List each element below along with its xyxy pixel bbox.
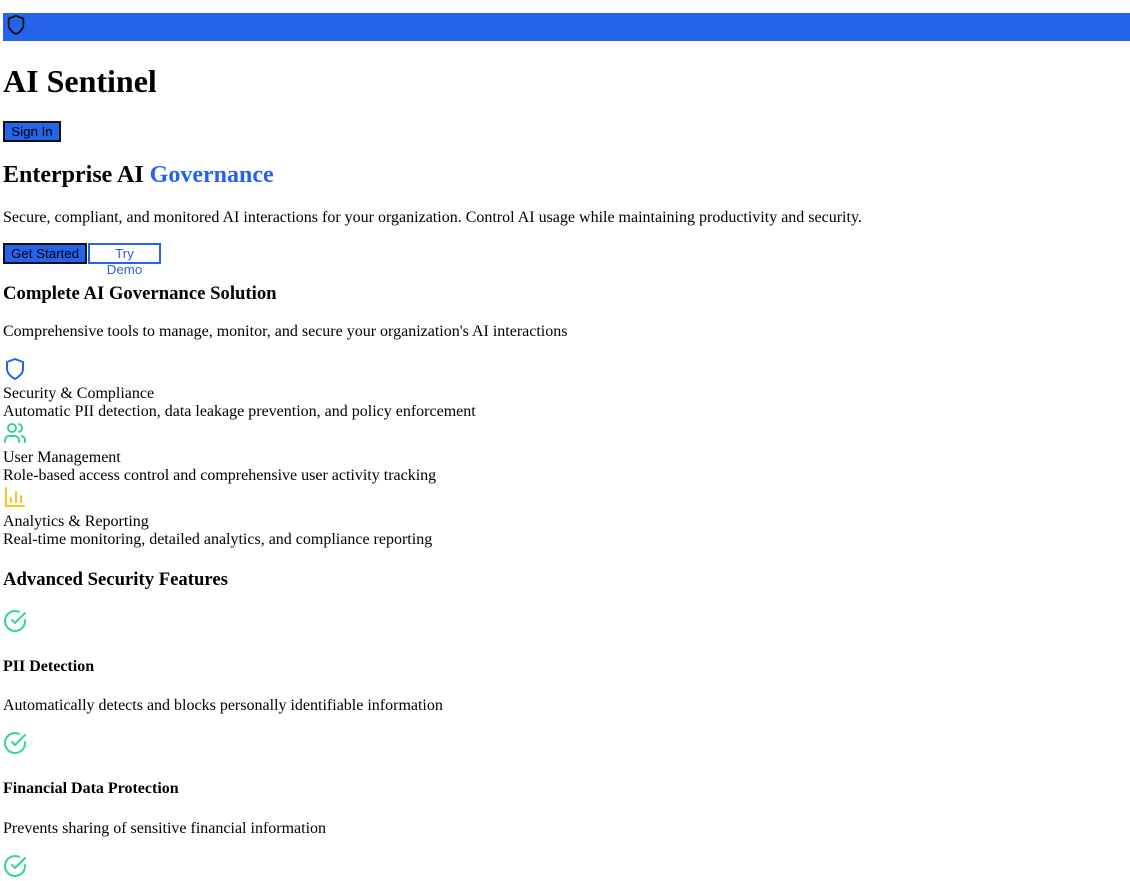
feature-title: User Management: [3, 449, 121, 466]
app-title: AI Sentinel: [3, 63, 157, 99]
feature-description: Role-based access control and comprehens…: [3, 467, 437, 484]
feature-description: Real-time monitoring, detailed analytics…: [3, 531, 433, 548]
security-feature-description: Automatically detects and blocks persona…: [3, 697, 443, 714]
feature-title: Analytics & Reporting: [3, 513, 149, 530]
check-circle-icon: [4, 732, 26, 754]
bar-chart-icon: [5, 487, 25, 507]
shield-icon: [6, 358, 24, 380]
security-feature-title: PII Detection: [3, 658, 95, 675]
hero-title-prefix: Enterprise AI: [3, 162, 150, 188]
feature-title: Security & Compliance: [3, 385, 155, 402]
hero-title-accent: Governance: [149, 162, 274, 188]
shield-icon: [7, 14, 25, 36]
hero-title: Enterprise AI Governance: [3, 161, 274, 189]
solution-title: Complete AI Governance Solution: [3, 283, 277, 304]
users-icon: [4, 423, 26, 443]
security-feature-title: Financial Data Protection: [3, 780, 179, 797]
check-circle-icon: [4, 855, 26, 877]
sign-in-button[interactable]: Sign In: [3, 121, 61, 142]
get-started-button[interactable]: Get Started: [3, 243, 87, 264]
landing-page: AI Sentinel Sign In Enterprise AI Govern…: [0, 0, 1130, 881]
try-demo-button[interactable]: Try Demo: [88, 243, 161, 277]
check-circle-icon: [4, 610, 26, 632]
advanced-security-title: Advanced Security Features: [3, 569, 228, 590]
feature-description: Automatic PII detection, data leakage pr…: [3, 403, 476, 420]
hero-description: Secure, compliant, and monitored AI inte…: [3, 209, 862, 226]
solution-description: Comprehensive tools to manage, monitor, …: [3, 323, 568, 340]
top-nav-bar: [3, 13, 1130, 41]
security-feature-description: Prevents sharing of sensitive financial …: [3, 820, 327, 837]
